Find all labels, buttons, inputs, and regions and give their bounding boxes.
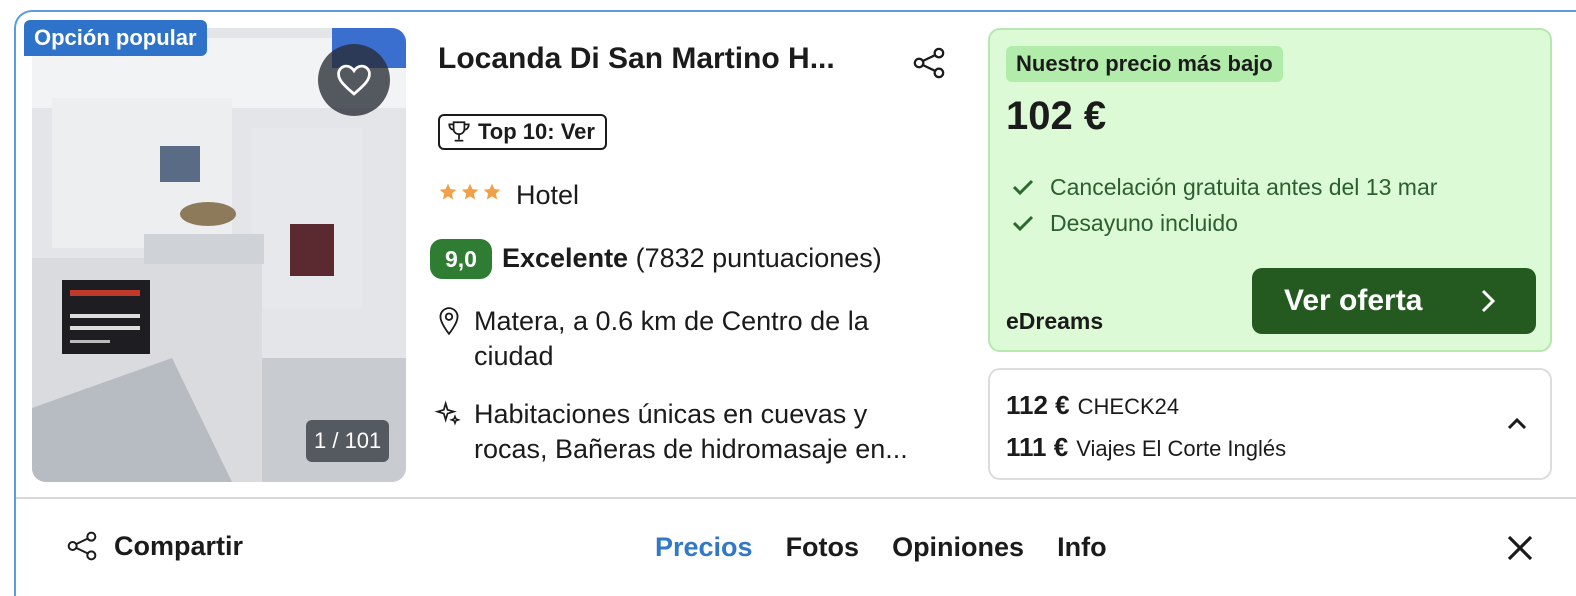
rating-score: 9,0 (430, 239, 492, 279)
favorite-button[interactable] (318, 44, 390, 116)
other-offer-row[interactable]: 111 € Viajes El Corte Inglés (1006, 432, 1286, 463)
deal-provider: eDreams (1006, 308, 1104, 334)
rating-word: Excelente (502, 243, 629, 273)
divider (16, 497, 1576, 499)
other-offer-provider: Viajes El Corte Inglés (1076, 436, 1287, 461)
sparkle-icon (434, 400, 461, 426)
star-icon (483, 183, 501, 200)
other-offer-provider: CHECK24 (1077, 394, 1180, 419)
heart-icon (337, 64, 371, 96)
share-icon[interactable] (912, 46, 946, 80)
tab-fotos[interactable]: Fotos (786, 532, 860, 563)
popular-badge: Opción popular (24, 20, 207, 56)
location-text: Matera, a 0.6 km de Centro de la ciudad (474, 306, 869, 371)
tab-precios[interactable]: Precios (655, 532, 753, 563)
hotel-type: Hotel (516, 180, 580, 210)
best-deal-panel[interactable]: Nuestro precio más bajo 102 € Cancelació… (988, 28, 1552, 352)
top10-label: Top 10: Ver (478, 119, 595, 144)
close-icon[interactable] (1506, 534, 1534, 562)
star-rating (438, 182, 502, 202)
perk-free-cancellation: Cancelación gratuita antes del 13 mar (1050, 174, 1438, 200)
other-offer-price: 111 € (1006, 432, 1069, 462)
share-icon (67, 531, 97, 561)
tab-opiniones[interactable]: Opiniones (892, 532, 1024, 563)
trophy-icon (448, 121, 470, 142)
share-button[interactable]: Compartir (66, 530, 243, 562)
star-icon (439, 183, 457, 200)
perk-breakfast: Desayuno incluido (1050, 210, 1238, 236)
check-icon (1012, 179, 1034, 196)
check-icon (1012, 215, 1034, 232)
other-offer-row[interactable]: 112 € CHECK24 (1006, 390, 1179, 421)
deal-price: 102 € (1006, 94, 1107, 138)
detail-tabs: Precios Fotos Opiniones Info (655, 532, 1107, 563)
hotel-title[interactable]: Locanda Di San Martino H... (438, 42, 835, 76)
tab-info[interactable]: Info (1057, 532, 1106, 563)
view-offer-label: Ver oferta (1284, 284, 1423, 317)
other-offer-price: 112 € (1006, 390, 1070, 420)
other-offers-panel[interactable]: 112 € CHECK24 111 € Viajes El Corte Inglés (988, 368, 1552, 480)
chevron-right-icon (1481, 289, 1496, 313)
view-offer-button[interactable]: Ver oferta (1252, 268, 1536, 334)
rating-summary[interactable]: Excelente (7832 puntuaciones) (502, 243, 882, 274)
top10-badge[interactable]: Top 10: Ver (438, 114, 607, 150)
chevron-up-icon[interactable] (1506, 416, 1528, 430)
photo-counter: 1 / 101 (306, 420, 390, 462)
share-label: Compartir (114, 530, 244, 561)
rating-count: (7832 puntuaciones) (635, 243, 882, 273)
star-icon (461, 183, 479, 200)
location-pin-icon (439, 307, 459, 336)
lowest-price-badge: Nuestro precio más bajo (1006, 46, 1283, 82)
features-text: Habitaciones únicas en cuevas y rocas, B… (474, 399, 908, 464)
